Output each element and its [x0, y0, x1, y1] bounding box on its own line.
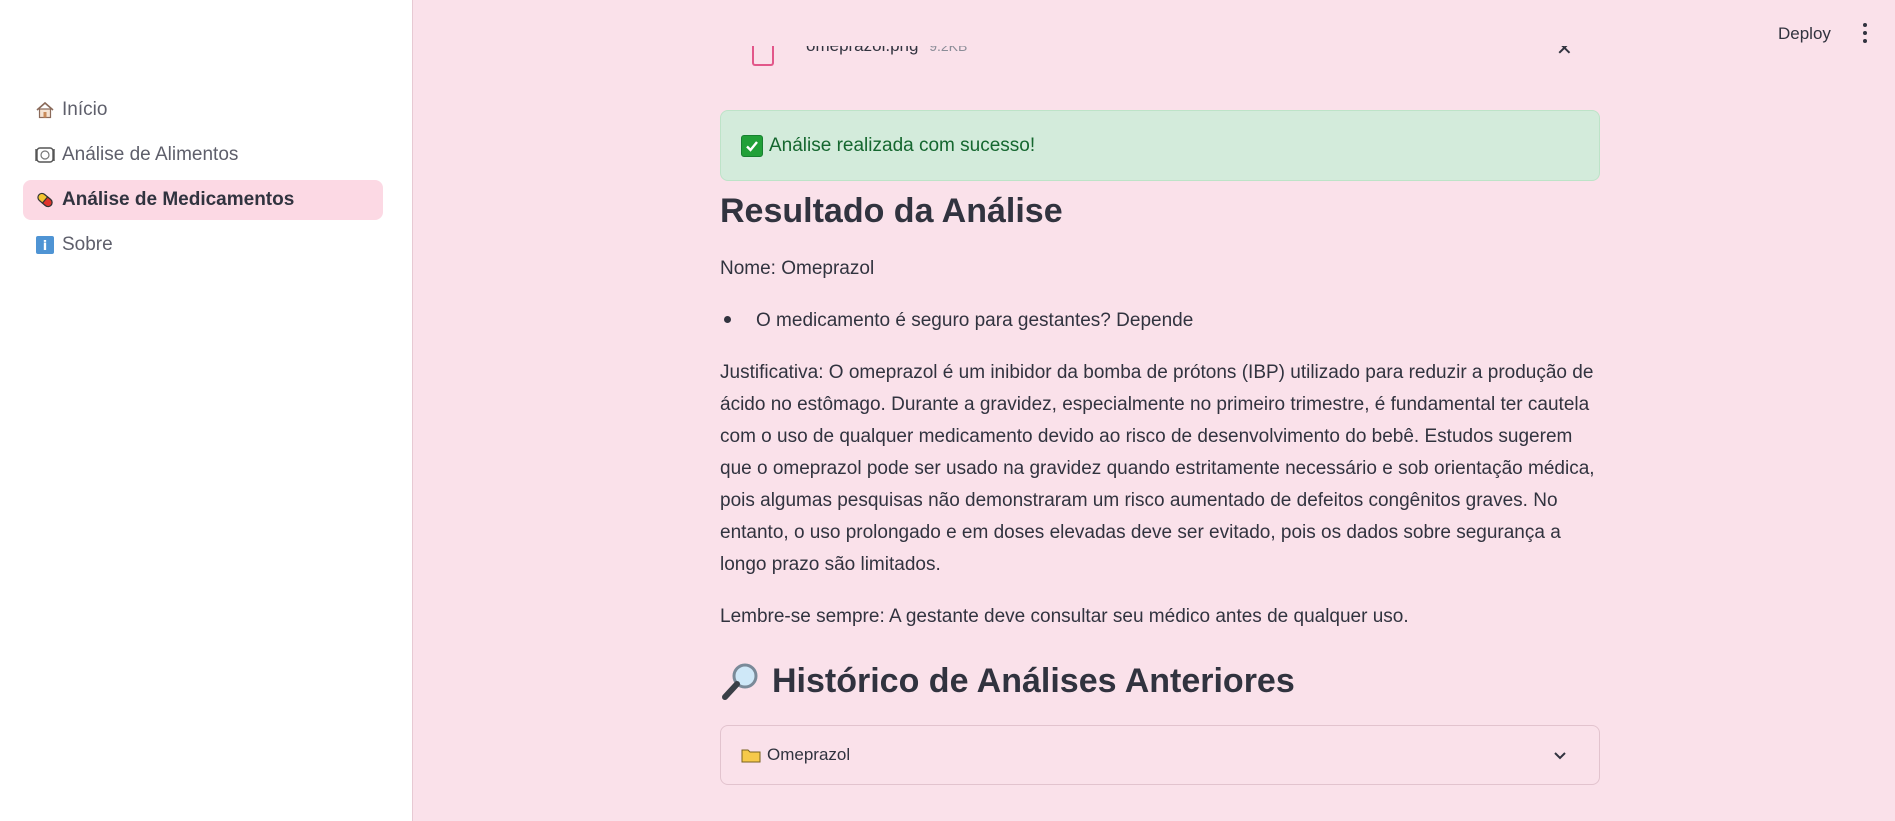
success-alert: Análise realizada com sucesso! — [720, 110, 1600, 181]
remove-file-icon[interactable]: ✕ — [1556, 46, 1573, 61]
sidebar-item-label: Início — [62, 99, 108, 120]
folder-icon — [741, 748, 761, 763]
sidebar-item-sobre[interactable]: i Sobre — [23, 225, 383, 265]
file-size: 9.2KB — [929, 46, 968, 54]
safety-answer: O medicamento é seguro para gestantes? D… — [756, 310, 1194, 331]
file-name: omeprazol.png — [806, 46, 918, 55]
reminder-text: Lembre-se sempre: A gestante deve consul… — [720, 606, 1409, 627]
justification-text: Justificativa: O omeprazol é um inibidor… — [720, 362, 1595, 575]
sidebar-item-analise-medicamentos[interactable]: Análise de Medicamentos — [23, 180, 383, 220]
file-icon — [752, 46, 774, 66]
uploaded-file: omeprazol.png 9.2KB ✕ — [720, 46, 1600, 76]
alert-text: Análise realizada com sucesso! — [769, 134, 1036, 156]
result-title: Resultado da Análise — [720, 192, 1063, 230]
bullet-marker — [724, 316, 731, 323]
chevron-down-icon — [1551, 746, 1569, 764]
plate-icon — [34, 144, 56, 166]
svg-text:i: i — [43, 239, 47, 254]
info-icon: i — [34, 234, 56, 256]
sidebar-item-label: Sobre — [62, 234, 113, 255]
magnifier-icon — [720, 660, 762, 702]
history-item-expander[interactable]: Omeprazol — [720, 725, 1600, 785]
history-title: Histórico de Análises Anteriores — [720, 660, 1295, 702]
sidebar-item-label: Análise de Alimentos — [62, 144, 239, 165]
sidebar: Início Análise de Alimentos Análise de M… — [0, 0, 413, 821]
more-options-icon[interactable] — [1857, 20, 1873, 46]
history-title-text: Histórico de Análises Anteriores — [772, 661, 1295, 700]
sidebar-item-inicio[interactable]: Início — [23, 90, 383, 130]
main-content: omeprazol.png 9.2KB ✕ Análise realizada … — [720, 0, 1600, 821]
check-icon — [741, 134, 763, 157]
pill-icon — [34, 189, 56, 211]
house-icon — [34, 99, 56, 121]
sidebar-nav: Início Análise de Alimentos Análise de M… — [23, 90, 383, 270]
deploy-button[interactable]: Deploy — [1770, 20, 1839, 48]
sidebar-item-analise-alimentos[interactable]: Análise de Alimentos — [23, 135, 383, 175]
medicine-name: Nome: Omeprazol — [720, 258, 875, 279]
sidebar-item-label: Análise de Medicamentos — [62, 189, 295, 210]
history-item-label: Omeprazol — [767, 745, 851, 764]
